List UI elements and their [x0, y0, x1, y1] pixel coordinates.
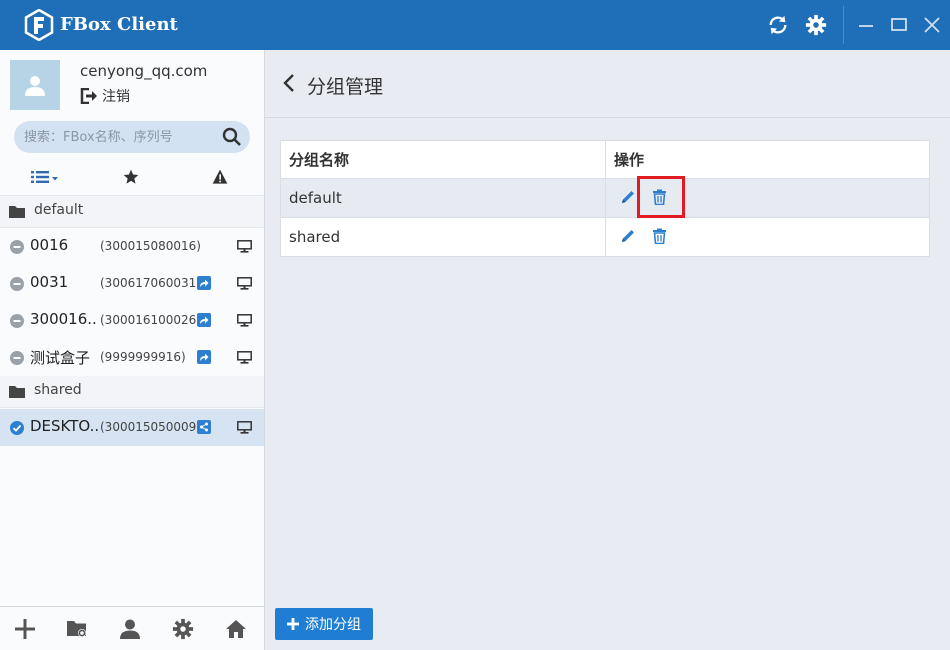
- device-row[interactable]: 300016.. (300016100026): [0, 302, 264, 339]
- settings-button-sidebar[interactable]: [171, 617, 195, 641]
- device-serial: (300015050009): [100, 420, 201, 434]
- avatar[interactable]: [10, 60, 60, 110]
- titlebar-divider: [843, 6, 844, 44]
- add-group-button[interactable]: 添加分组: [275, 608, 373, 640]
- device-name: 0031: [30, 273, 69, 291]
- device-name: 测试盒子: [30, 349, 91, 367]
- device-name: 0016: [30, 236, 69, 254]
- add-device-button[interactable]: [13, 617, 37, 641]
- monitor-icon[interactable]: [237, 314, 252, 327]
- device-row[interactable]: 0031 (300617060031): [0, 265, 264, 302]
- table-row[interactable]: default: [280, 176, 930, 218]
- offline-status-icon: [10, 351, 24, 365]
- group-table: 分组名称 操作 default shared: [280, 140, 930, 257]
- column-header-group-name: 分组名称: [280, 140, 606, 179]
- monitor-icon[interactable]: [237, 277, 252, 290]
- user-icon: [25, 76, 45, 96]
- fbox-logo-icon: [24, 9, 54, 41]
- page-title: 分组管理: [307, 76, 384, 98]
- folder-settings-icon: [67, 621, 86, 637]
- close-button[interactable]: [920, 13, 944, 37]
- device-row[interactable]: 0016 (300015080016): [0, 228, 264, 265]
- account-button[interactable]: [118, 617, 142, 641]
- list-dropdown-icon: [31, 171, 58, 183]
- search-icon[interactable]: [222, 127, 242, 147]
- group-name-cell: shared: [280, 217, 606, 257]
- share-icon: [197, 350, 211, 364]
- home-button[interactable]: [224, 617, 248, 641]
- settings-button[interactable]: [804, 13, 828, 37]
- group-header-shared[interactable]: shared: [0, 376, 264, 408]
- share-icon: [197, 276, 211, 290]
- minimize-button[interactable]: [854, 13, 878, 37]
- group-name-cell: default: [280, 178, 606, 218]
- sidebar-toolbar: [0, 606, 264, 650]
- device-name: 300016..: [30, 310, 97, 328]
- actions-cell: [605, 217, 930, 257]
- device-name: DESKTO..: [30, 417, 100, 435]
- main-header: 分组管理: [265, 50, 950, 118]
- warning-icon: [212, 169, 228, 184]
- refresh-button[interactable]: [766, 13, 790, 37]
- title-bar: FBox Client: [0, 0, 950, 50]
- group-name: shared: [34, 382, 82, 398]
- back-chevron-icon[interactable]: [282, 73, 296, 93]
- device-serial: (300016100026): [100, 313, 201, 327]
- logout-label: 注销: [102, 89, 130, 105]
- share-icon: [197, 313, 211, 327]
- maximize-icon: [891, 18, 907, 31]
- search-input[interactable]: [24, 121, 214, 153]
- offline-status-icon: [10, 240, 24, 254]
- alarm-filter-button[interactable]: [212, 166, 228, 188]
- close-icon: [924, 17, 940, 33]
- device-serial: (9999999916): [100, 350, 186, 364]
- home-icon: [226, 620, 246, 638]
- filter-bar: [0, 160, 264, 196]
- search-box: [14, 121, 250, 153]
- monitor-icon[interactable]: [237, 421, 252, 434]
- trash-icon[interactable]: [652, 189, 667, 205]
- edit-pencil-icon[interactable]: [620, 228, 636, 244]
- online-check-icon: [10, 421, 24, 435]
- logout-icon: [80, 88, 97, 104]
- trash-icon[interactable]: [652, 228, 667, 244]
- minimize-icon: [859, 25, 873, 27]
- username: cenyong_qq.com: [80, 62, 208, 80]
- monitor-icon[interactable]: [237, 351, 252, 364]
- gear-icon: [805, 14, 827, 36]
- monitor-icon[interactable]: [237, 240, 252, 253]
- logout-link[interactable]: 注销: [80, 86, 130, 106]
- list-view-button[interactable]: [31, 166, 59, 188]
- folder-icon: [9, 386, 25, 398]
- user-panel: cenyong_qq.com 注销: [0, 50, 264, 120]
- device-row-selected[interactable]: DESKTO.. (300015050009): [0, 409, 264, 446]
- table-row[interactable]: shared: [280, 217, 930, 257]
- edit-pencil-icon[interactable]: [620, 189, 636, 205]
- refresh-icon: [769, 15, 787, 35]
- main-panel: 分组管理 分组名称 操作 default shared 添加分组: [265, 50, 950, 650]
- offline-status-icon: [10, 277, 24, 291]
- group-header-default[interactable]: default: [0, 196, 264, 228]
- user-icon: [120, 619, 140, 639]
- actions-cell: [605, 176, 930, 218]
- group-management-button[interactable]: [65, 617, 89, 641]
- device-serial: (300617060031): [100, 276, 201, 290]
- device-row[interactable]: 测试盒子 (9999999916): [0, 339, 264, 376]
- star-icon: [123, 169, 139, 184]
- add-group-label: 添加分组: [305, 617, 361, 633]
- favorites-filter-button[interactable]: [123, 166, 139, 188]
- folder-icon: [9, 206, 25, 218]
- plus-icon: [287, 618, 299, 630]
- table-header-row: 分组名称 操作: [280, 140, 930, 179]
- offline-status-icon: [10, 314, 24, 328]
- sidebar: cenyong_qq.com 注销 搜索：FBox名称、序列号 default …: [0, 50, 265, 650]
- gear-icon: [172, 618, 194, 640]
- plus-icon: [15, 619, 35, 639]
- shared-network-icon: [197, 420, 211, 434]
- column-header-actions: 操作: [605, 140, 930, 179]
- group-name: default: [34, 202, 84, 218]
- maximize-button[interactable]: [887, 13, 911, 37]
- device-serial: (300015080016): [100, 239, 201, 253]
- app-title: FBox Client: [60, 14, 178, 35]
